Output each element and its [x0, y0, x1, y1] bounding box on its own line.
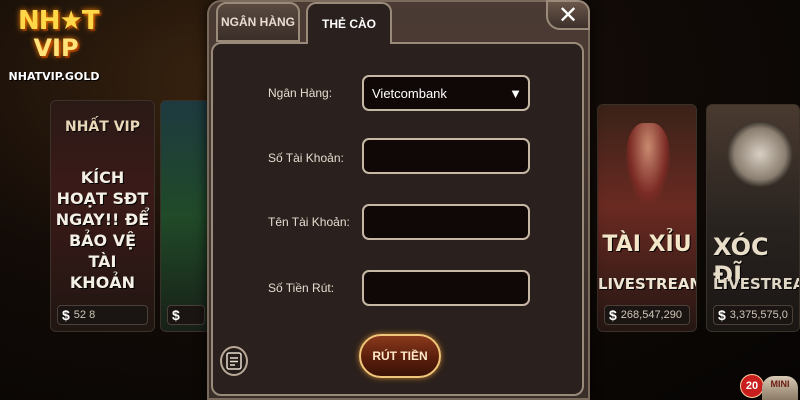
- promo-tile-logo: NHẤT VIP: [65, 119, 140, 135]
- logo-domain: NHATVIP.GOLD: [8, 70, 100, 83]
- account-name-label: Tên Tài Khoản:: [268, 215, 350, 229]
- amount-input[interactable]: [362, 270, 530, 306]
- history-button[interactable]: [220, 346, 248, 376]
- logo-title: NH★T: [18, 6, 100, 36]
- logo-subtitle: VIP: [33, 34, 79, 62]
- bank-select-value: Vietcombank: [372, 85, 447, 101]
- game-tile-xocdia-livestream[interactable]: XÓC ĐĨ LIVESTREA $ 3,375,575,0: [706, 104, 800, 332]
- tab-card[interactable]: THẺ CÀO: [306, 2, 392, 44]
- bank-label: Ngân Hàng:: [268, 86, 333, 100]
- taixiu-subtitle: LIVESTREAM: [598, 275, 697, 293]
- currency-symbol: $: [172, 307, 180, 323]
- taixiu-footer: $ 268,547,290: [604, 305, 690, 325]
- notification-badge[interactable]: 20: [740, 374, 764, 398]
- taixiu-jackpot: 268,547,290: [620, 309, 682, 321]
- tab-bank[interactable]: NGÂN HÀNG: [216, 2, 300, 42]
- currency-symbol: $: [62, 307, 70, 323]
- dealer-image: [626, 123, 670, 203]
- withdraw-button[interactable]: RÚT TIỀN: [359, 334, 441, 378]
- game-tile-taixiu-livestream[interactable]: TÀI XỈU LIVESTREAM $ 268,547,290: [597, 104, 697, 332]
- amount-label: Số Tiền Rút:: [268, 281, 335, 295]
- xocdia-jackpot: 3,375,575,0: [729, 309, 788, 321]
- account-number-input[interactable]: [362, 138, 530, 174]
- bank-select[interactable]: Vietcombank ▼: [362, 75, 530, 111]
- game-tile-2[interactable]: $: [160, 100, 212, 332]
- account-name-input[interactable]: [362, 204, 530, 240]
- close-icon: ✕: [557, 1, 579, 29]
- dropdown-arrow-icon: ▼: [509, 86, 522, 101]
- mini-game-button[interactable]: MINI: [762, 376, 798, 400]
- dice-plate-image: [727, 121, 793, 187]
- brand-logo: NH★T VIP NHATVIP.GOLD: [4, 4, 100, 94]
- history-icon: [226, 352, 242, 370]
- xocdia-subtitle: LIVESTREA: [713, 275, 800, 293]
- currency-symbol: $: [609, 307, 617, 323]
- currency-symbol: $: [718, 307, 726, 323]
- account-number-label: Số Tài Khoản:: [268, 151, 344, 165]
- taixiu-title: TÀI XỈU: [602, 232, 692, 257]
- game-tile-2-footer: $: [167, 305, 205, 325]
- xocdia-footer: $ 3,375,575,0: [713, 305, 793, 325]
- promo-tile-text: KÍCH HOẠT SĐT NGAY!! ĐỂ BẢO VỆ TÀI KHOẢN: [55, 168, 150, 292]
- promo-tile-amount: 52 8: [73, 309, 96, 321]
- promo-tile-footer: $ 52 8: [57, 305, 148, 325]
- promo-tile-verify-phone[interactable]: NHẤT VIP KÍCH HOẠT SĐT NGAY!! ĐỂ BẢO VỆ …: [50, 100, 155, 332]
- close-button[interactable]: ✕: [546, 0, 590, 30]
